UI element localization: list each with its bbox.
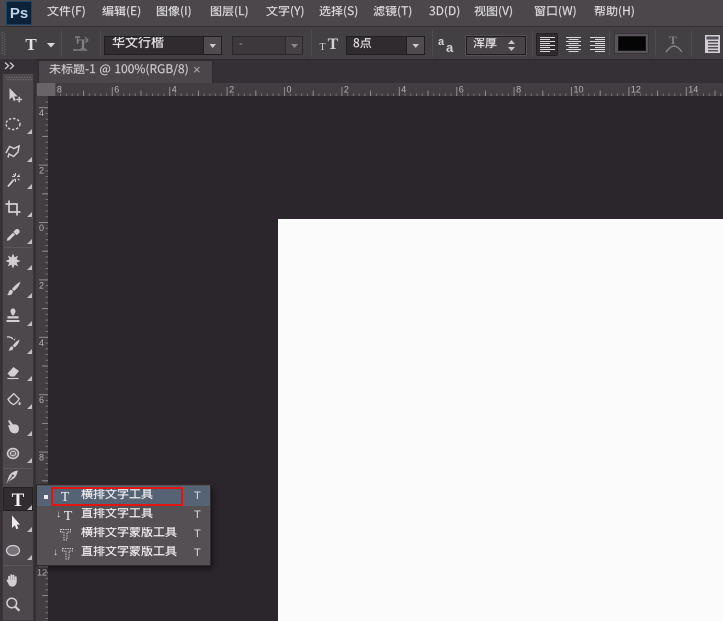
svg-text:6: 6 <box>459 85 464 95</box>
svg-text:6: 6 <box>39 395 44 405</box>
svg-text:T: T <box>328 36 339 53</box>
svg-text:8: 8 <box>57 85 62 95</box>
svg-text:10: 10 <box>574 85 584 95</box>
svg-text:2: 2 <box>39 166 44 176</box>
svg-text:T: T <box>64 509 73 523</box>
svg-text:4: 4 <box>39 108 44 118</box>
svg-text:T: T <box>25 35 37 54</box>
svg-text:0: 0 <box>39 223 44 233</box>
svg-text:2: 2 <box>229 85 234 95</box>
svg-text:4: 4 <box>39 338 44 348</box>
svg-text:8: 8 <box>516 85 521 95</box>
svg-text:2: 2 <box>344 85 349 95</box>
svg-text:12: 12 <box>37 567 47 577</box>
svg-text:T: T <box>669 33 677 47</box>
svg-text:8: 8 <box>39 453 44 463</box>
svg-text:2: 2 <box>39 280 44 290</box>
svg-text:12: 12 <box>631 85 641 95</box>
svg-text:14: 14 <box>688 85 698 95</box>
svg-text:4: 4 <box>401 85 406 95</box>
svg-text:T: T <box>12 490 25 511</box>
svg-text:6: 6 <box>114 85 119 95</box>
svg-text:0: 0 <box>287 85 292 95</box>
svg-text:4: 4 <box>172 85 177 95</box>
svg-text:T: T <box>319 42 325 52</box>
